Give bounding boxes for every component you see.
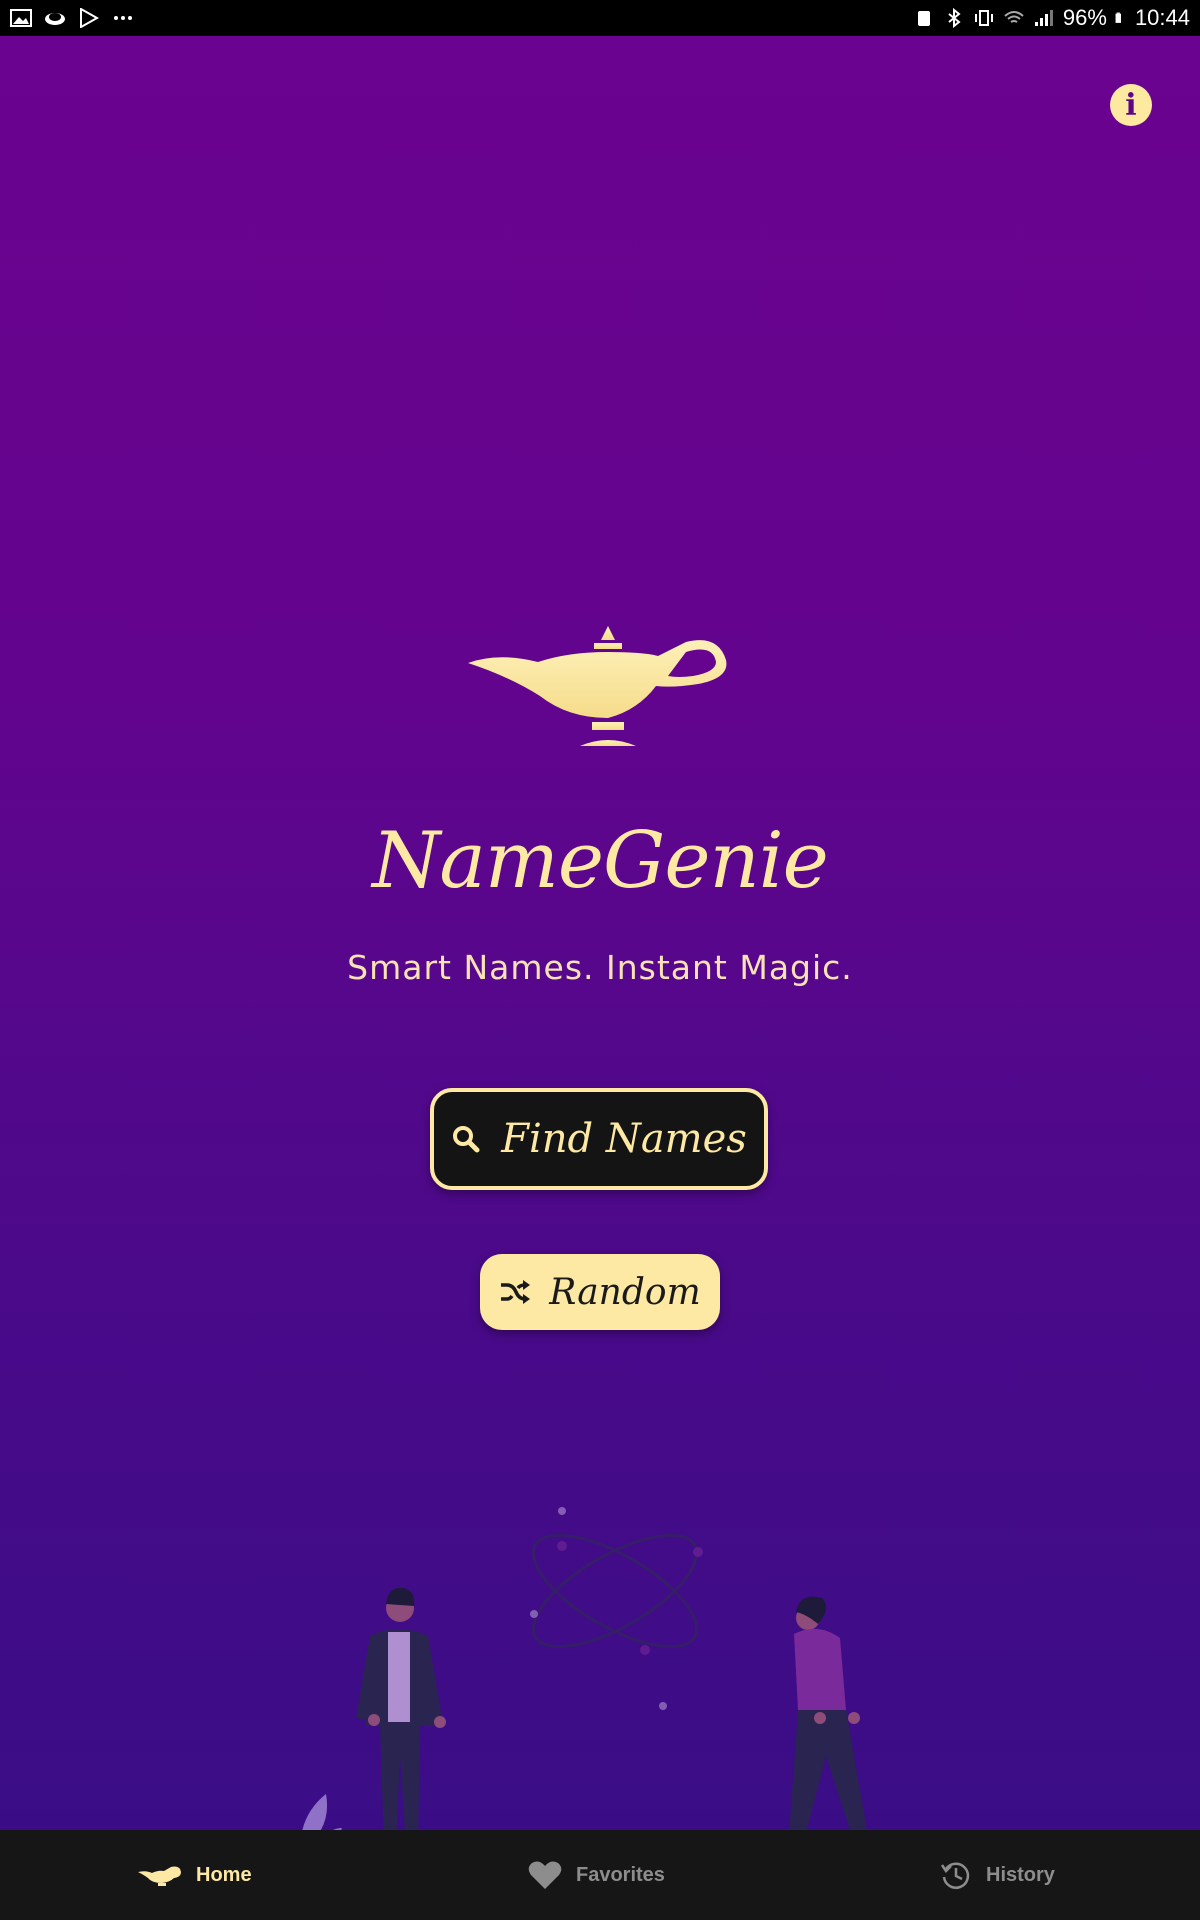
magic-lamp-icon <box>468 626 727 746</box>
nav-home[interactable]: Home <box>138 1830 252 1920</box>
app-tagline: Smart Names. Instant Magic. <box>347 948 853 987</box>
wifi-icon <box>1004 11 1024 23</box>
nav-home-label: Home <box>196 1863 252 1886</box>
heart-icon <box>528 1861 562 1889</box>
status-left-icons <box>10 6 134 30</box>
home-screen: i NameGenie Smart Names. Instant Magic. … <box>0 36 1200 1830</box>
signal-icon <box>1034 10 1053 26</box>
nav-history-label: History <box>986 1863 1055 1886</box>
info-button[interactable]: i <box>1110 84 1152 126</box>
lamp-icon <box>138 1866 181 1886</box>
bottom-navigation: Home Favorites History <box>0 1830 1200 1920</box>
vibrate-icon <box>974 10 993 26</box>
bluetooth-icon <box>948 8 961 28</box>
nav-favorites[interactable]: Favorites <box>528 1830 665 1920</box>
plant-graphic <box>302 1794 342 1830</box>
nfc-icon <box>917 11 930 26</box>
people-illustration <box>302 1507 867 1830</box>
status-right-icons: 96% 10:44 <box>913 4 1190 32</box>
random-label: Random <box>549 1271 701 1313</box>
random-button[interactable]: Random <box>480 1254 720 1330</box>
cloud-icon <box>45 13 65 25</box>
app-title: NameGenie <box>372 816 829 906</box>
clock: 10:44 <box>1134 5 1190 30</box>
info-icon: i <box>1125 87 1137 123</box>
battery-percent: 96% <box>1062 5 1107 30</box>
status-bar: 96% 10:44 <box>0 0 1200 36</box>
find-names-label: Find Names <box>501 1116 747 1162</box>
history-icon <box>940 1862 970 1889</box>
nav-history[interactable]: History <box>940 1830 1055 1920</box>
gallery-icon <box>10 9 32 27</box>
woman-figure <box>789 1596 867 1830</box>
shuffle-icon <box>501 1280 531 1304</box>
man-figure <box>356 1587 446 1830</box>
find-names-button[interactable]: Find Names <box>430 1088 768 1190</box>
atom-orbit-graphic <box>530 1507 703 1710</box>
search-icon <box>453 1126 480 1153</box>
play-store-icon <box>80 8 100 28</box>
nav-favorites-label: Favorites <box>576 1863 665 1886</box>
battery-icon <box>1115 12 1121 23</box>
more-dots-icon <box>114 16 132 20</box>
